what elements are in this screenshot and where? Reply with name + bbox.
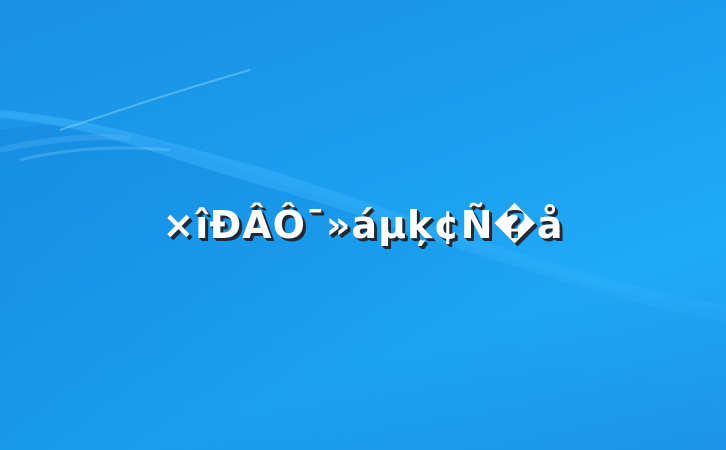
desktop-background: ×îÐÂÔ¯»áµķ¢Ñ�å	[0, 0, 726, 450]
center-message-text: ×îÐÂÔ¯»áµķ¢Ñ�å	[162, 203, 564, 247]
